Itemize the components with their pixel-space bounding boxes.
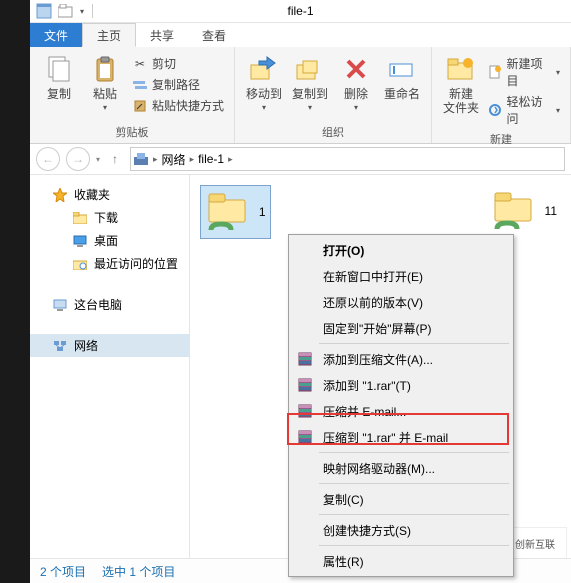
- this-pc-node[interactable]: 这台电脑: [30, 293, 189, 316]
- window-title: file-1: [287, 4, 313, 18]
- move-icon: [248, 53, 280, 85]
- breadcrumb-network[interactable]: 网络: [162, 151, 186, 168]
- menu-open-new-window[interactable]: 在新窗口中打开(E): [291, 263, 511, 289]
- tab-share[interactable]: 共享: [136, 23, 188, 47]
- copy-button[interactable]: 复制: [36, 51, 82, 103]
- forward-button[interactable]: →: [66, 147, 90, 171]
- back-button[interactable]: ←: [36, 147, 60, 171]
- breadcrumb-file1[interactable]: file-1: [198, 152, 224, 166]
- copy-to-button[interactable]: 复制到 ▾: [287, 51, 333, 114]
- folder-item-1[interactable]: 1: [200, 185, 271, 239]
- context-menu: 打开(O) 在新窗口中打开(E) 还原以前的版本(V) 固定到"开始"屏幕(P)…: [288, 234, 514, 577]
- menu-properties[interactable]: 属性(R): [291, 548, 511, 574]
- recent-node[interactable]: 最近访问的位置: [30, 252, 189, 275]
- paste-shortcut-button[interactable]: 粘贴快捷方式: [128, 95, 228, 116]
- status-items-count: 2 个项目: [40, 563, 86, 580]
- new-item-icon: [488, 64, 502, 80]
- menu-separator: [319, 514, 509, 515]
- menu-compress-email[interactable]: 压缩并 E-mail...: [291, 398, 511, 424]
- folder-icon: [72, 210, 88, 226]
- menu-map-network-drive[interactable]: 映射网络驱动器(M)...: [291, 455, 511, 481]
- paste-button[interactable]: 粘贴 ▾: [82, 51, 128, 114]
- ribbon-group-organize: 移动到 ▾ 复制到 ▾ 删除 ▾: [235, 47, 432, 143]
- new-folder-icon[interactable]: [56, 2, 76, 20]
- menu-add-1rar[interactable]: 添加到 "1.rar"(T): [291, 372, 511, 398]
- easy-access-button[interactable]: 轻松访问 ▾: [484, 91, 564, 129]
- ribbon-group-new: 新建 文件夹 新建项目 ▾ 轻松访问: [432, 47, 571, 143]
- rar-icon: [295, 428, 315, 446]
- downloads-node[interactable]: 下载: [30, 206, 189, 229]
- ribbon: 复制 粘贴 ▾ ✂ 剪切: [30, 47, 571, 144]
- star-icon: [52, 187, 68, 203]
- menu-compress-1rar-email[interactable]: 压缩到 "1.rar" 并 E-mail: [291, 424, 511, 450]
- copy-to-icon: [294, 53, 326, 85]
- qat-dropdown-icon[interactable]: ▾: [78, 7, 86, 16]
- menu-pin-start[interactable]: 固定到"开始"屏幕(P): [291, 315, 511, 341]
- quick-access-toolbar: ▾: [34, 2, 97, 20]
- folder-item-11[interactable]: 11: [487, 185, 561, 237]
- menu-add-archive[interactable]: 添加到压缩文件(A)...: [291, 346, 511, 372]
- ribbon-group-clipboard: 复制 粘贴 ▾ ✂ 剪切: [30, 47, 235, 143]
- delete-button[interactable]: 删除 ▾: [333, 51, 379, 114]
- cut-button[interactable]: ✂ 剪切: [128, 53, 228, 74]
- rar-icon: [295, 402, 315, 420]
- menu-separator: [319, 343, 509, 344]
- shortcut-icon: [132, 98, 148, 114]
- rar-icon: [295, 376, 315, 394]
- favorites-node[interactable]: 收藏夹: [30, 183, 189, 206]
- location-icon: [133, 151, 149, 167]
- window-edge: [0, 0, 30, 583]
- easy-access-icon: [488, 102, 502, 118]
- status-selected: 选中 1 个项目: [102, 563, 175, 580]
- desktop-node[interactable]: 桌面: [30, 229, 189, 252]
- tab-file[interactable]: 文件: [30, 23, 82, 47]
- breadcrumb[interactable]: ▸ 网络 ▸ file-1 ▸: [130, 147, 565, 171]
- recent-icon: [72, 256, 88, 272]
- desktop-icon: [72, 233, 88, 249]
- tab-home[interactable]: 主页: [82, 23, 136, 47]
- explorer-window: ▾ file-1 文件 主页 共享 查看 复制: [30, 0, 571, 583]
- folder-plus-icon: [445, 53, 477, 85]
- tab-view[interactable]: 查看: [188, 23, 240, 47]
- properties-icon[interactable]: [34, 2, 54, 20]
- rar-icon: [295, 350, 315, 368]
- path-icon: [132, 77, 148, 93]
- new-item-button[interactable]: 新建项目 ▾: [484, 53, 564, 91]
- menu-separator: [319, 452, 509, 453]
- navigation-pane: 收藏夹 下载 桌面 最近访问的位置: [30, 175, 190, 571]
- menu-copy[interactable]: 复制(C): [291, 486, 511, 512]
- menu-restore-version[interactable]: 还原以前的版本(V): [291, 289, 511, 315]
- menu-separator: [319, 483, 509, 484]
- shared-folder-icon: [205, 190, 253, 234]
- network-icon: [52, 338, 68, 354]
- title-bar: ▾ file-1: [30, 0, 571, 23]
- delete-icon: [340, 53, 372, 85]
- network-node[interactable]: 网络: [30, 334, 189, 357]
- menu-open[interactable]: 打开(O): [291, 237, 511, 263]
- menu-separator: [319, 545, 509, 546]
- up-button[interactable]: ↑: [106, 150, 124, 168]
- menu-create-shortcut[interactable]: 创建快捷方式(S): [291, 517, 511, 543]
- copy-icon: [43, 53, 75, 85]
- shared-folder-icon: [491, 189, 539, 233]
- ribbon-tabs: 文件 主页 共享 查看: [30, 23, 571, 47]
- paste-icon: [89, 53, 121, 85]
- copy-path-button[interactable]: 复制路径: [128, 74, 228, 95]
- history-dropdown-icon[interactable]: ▾: [96, 155, 100, 164]
- scissors-icon: ✂: [132, 56, 148, 72]
- rename-button[interactable]: 重命名: [379, 51, 425, 103]
- rename-icon: [386, 53, 418, 85]
- move-to-button[interactable]: 移动到 ▾: [241, 51, 287, 114]
- new-folder-button[interactable]: 新建 文件夹: [438, 51, 484, 117]
- separator: [92, 4, 93, 18]
- pc-icon: [52, 297, 68, 313]
